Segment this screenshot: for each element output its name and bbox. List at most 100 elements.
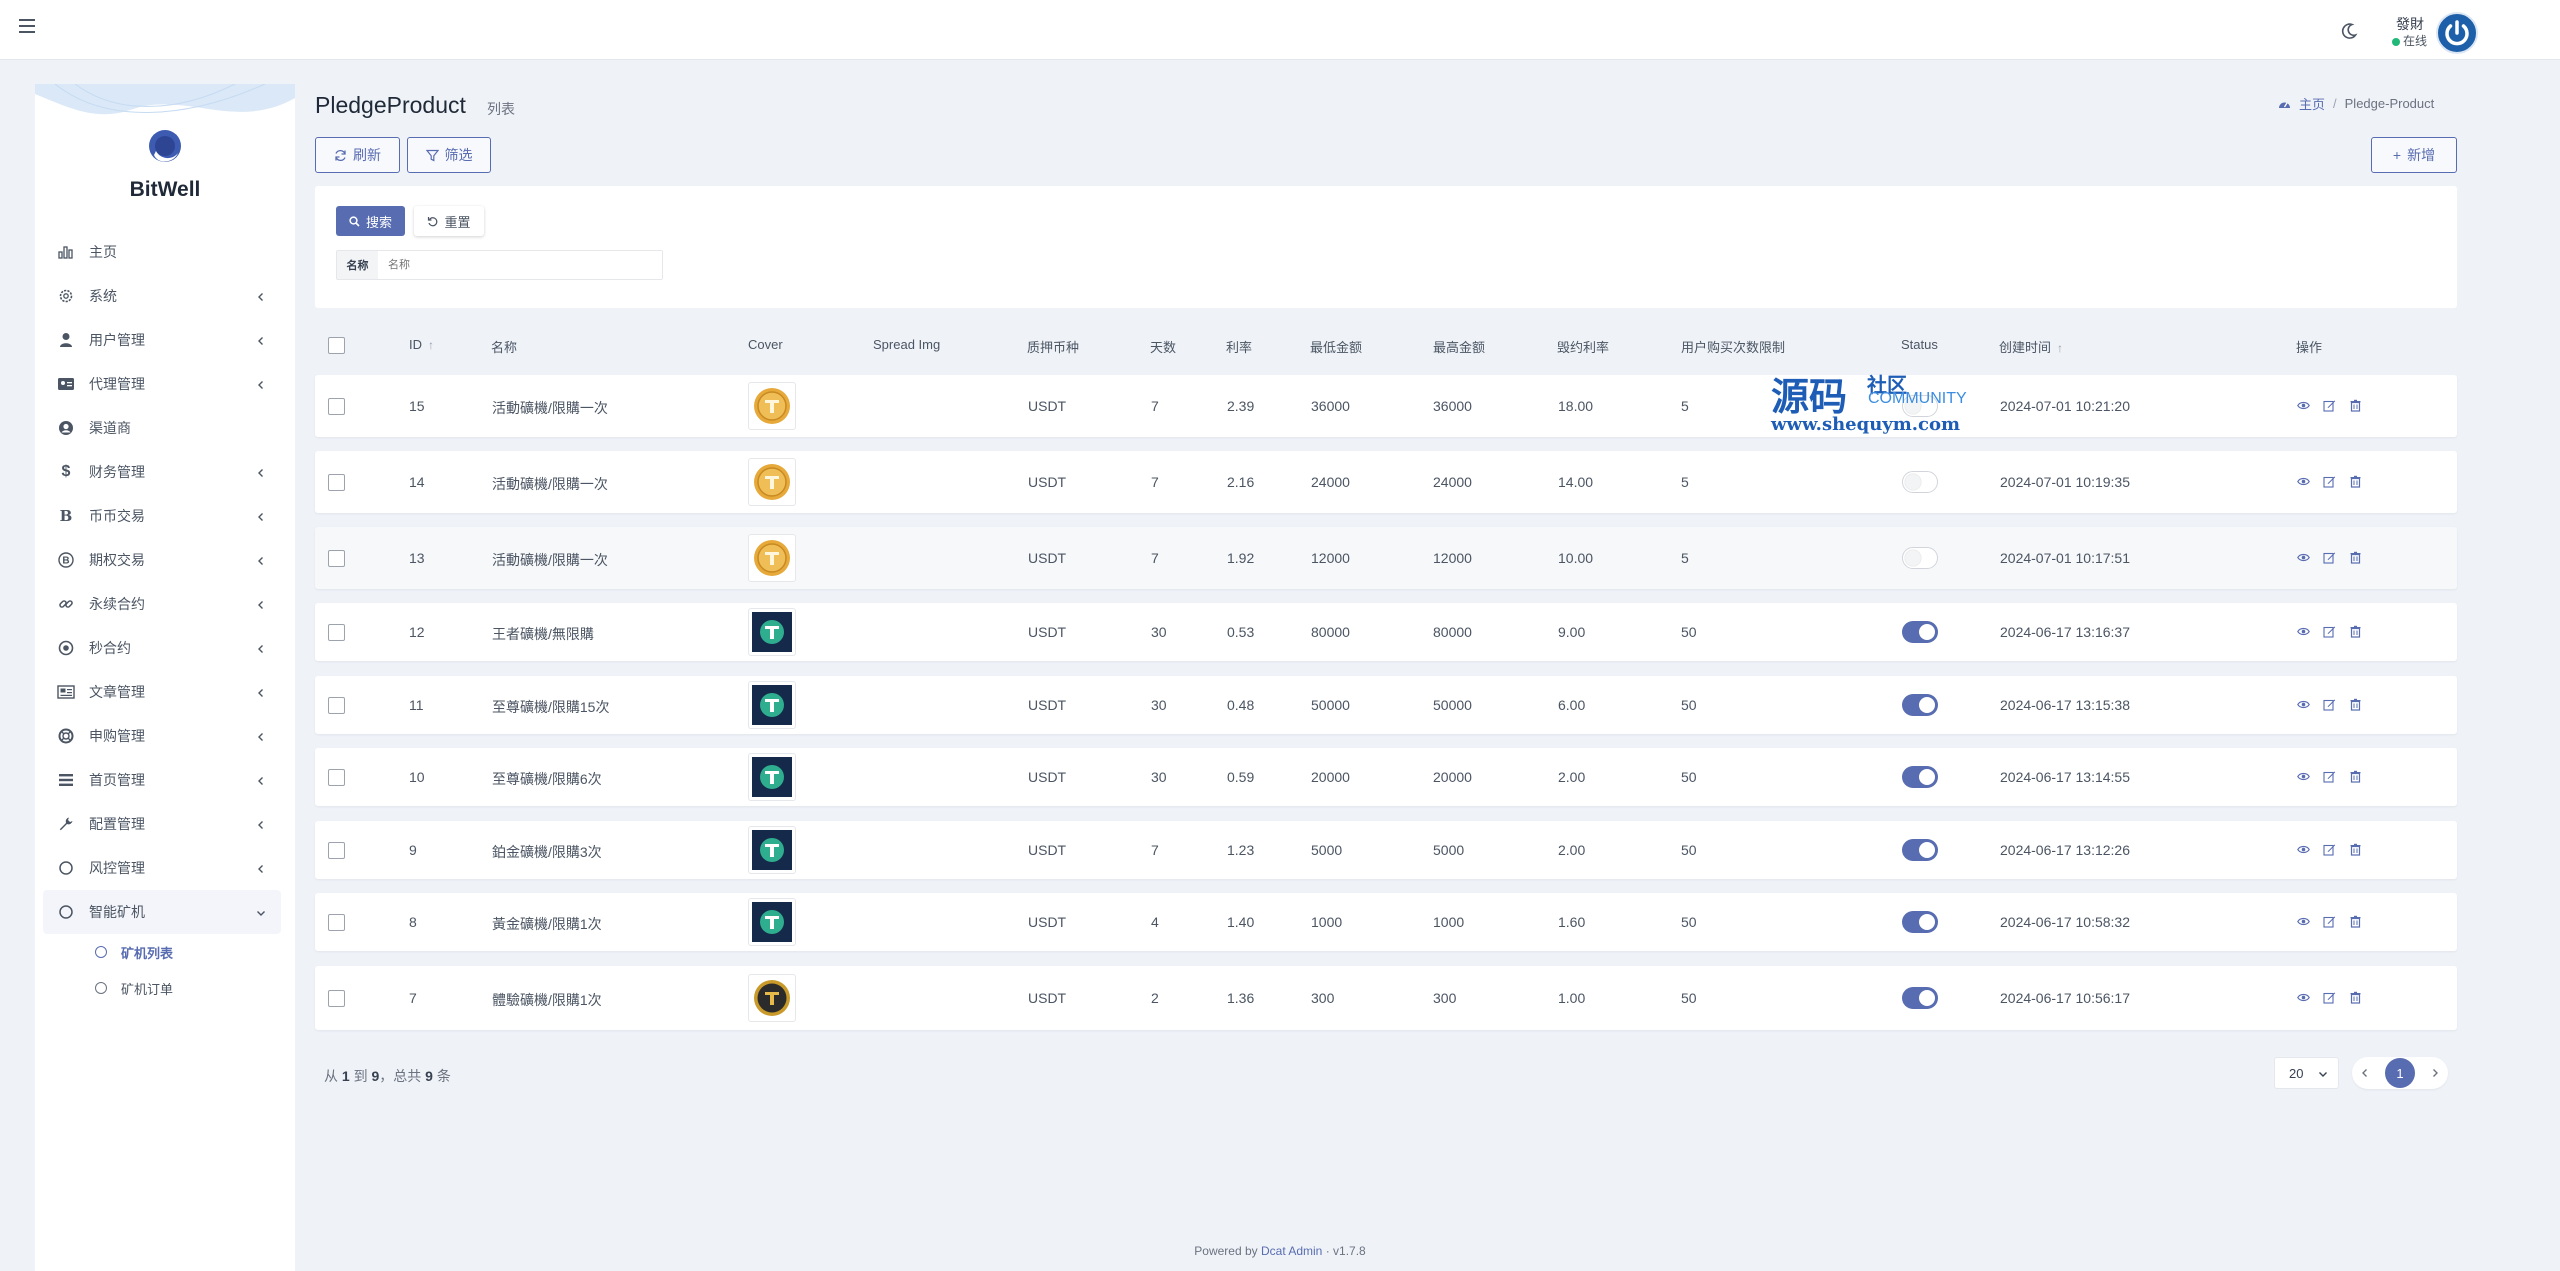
- status-toggle[interactable]: [1902, 839, 1938, 861]
- edit-icon[interactable]: [2323, 399, 2336, 412]
- filter-button[interactable]: 筛选: [407, 137, 491, 173]
- cell-limit: 50: [1681, 842, 1697, 858]
- prev-page-icon[interactable]: [2360, 1068, 2370, 1078]
- sort-arrow-icon[interactable]: ↑: [2057, 341, 2063, 355]
- row-checkbox[interactable]: [328, 473, 345, 491]
- sidebar-item-15[interactable]: 智能矿机: [43, 890, 281, 934]
- trash-icon[interactable]: [2349, 625, 2362, 638]
- teal-tether-coin-image[interactable]: [748, 826, 796, 874]
- row-checkbox[interactable]: [328, 841, 345, 859]
- row-checkbox[interactable]: [328, 623, 345, 641]
- search-button[interactable]: 搜索: [336, 206, 405, 236]
- sidebar-item-3[interactable]: 代理管理: [35, 362, 295, 406]
- row-checkbox[interactable]: [328, 768, 345, 786]
- gold-tether-coin-image[interactable]: [748, 458, 796, 506]
- sidebar-item-14[interactable]: 风控管理: [35, 846, 295, 890]
- row-checkbox[interactable]: [328, 397, 345, 415]
- row-actions: [2297, 991, 2362, 1004]
- sidebar-item-9[interactable]: 秒合约: [35, 626, 295, 670]
- status-toggle[interactable]: [1902, 911, 1938, 933]
- status-toggle[interactable]: [1902, 471, 1938, 493]
- status-toggle[interactable]: [1902, 694, 1938, 716]
- trash-icon[interactable]: [2349, 991, 2362, 1004]
- teal-tether-coin-image[interactable]: [748, 753, 796, 801]
- cell-coin: USDT: [1028, 914, 1067, 930]
- edit-icon[interactable]: [2323, 551, 2336, 564]
- avatar[interactable]: [2436, 12, 2478, 54]
- edit-icon[interactable]: [2323, 991, 2336, 1004]
- refresh-button[interactable]: 刷新: [315, 137, 400, 173]
- select-all-checkbox[interactable]: [328, 337, 345, 354]
- trash-icon[interactable]: [2349, 698, 2362, 711]
- new-button[interactable]: + 新增: [2371, 137, 2457, 173]
- chevron-left-icon: [255, 642, 267, 654]
- eye-icon[interactable]: [2297, 551, 2310, 564]
- teal-tether-coin-image[interactable]: [748, 898, 796, 946]
- trash-icon[interactable]: [2349, 551, 2362, 564]
- eye-icon[interactable]: [2297, 770, 2310, 783]
- reset-button[interactable]: 重置: [414, 206, 484, 236]
- edit-icon[interactable]: [2323, 698, 2336, 711]
- sidebar-item-10[interactable]: 文章管理: [35, 670, 295, 714]
- sidebar-item-13[interactable]: 配置管理: [35, 802, 295, 846]
- status-toggle[interactable]: [1902, 987, 1938, 1009]
- row-checkbox[interactable]: [328, 989, 345, 1007]
- eye-icon[interactable]: [2297, 698, 2310, 711]
- row-checkbox[interactable]: [328, 549, 345, 567]
- column-header[interactable]: 创建时间 ↑: [1999, 337, 2063, 356]
- gold-tether-coin-image[interactable]: [748, 534, 796, 582]
- sidebar-item-1[interactable]: 系统: [35, 274, 295, 318]
- dark-gold-tether-coin-image[interactable]: [748, 974, 796, 1022]
- sidebar-item-2[interactable]: 用户管理: [35, 318, 295, 362]
- trash-icon[interactable]: [2349, 915, 2362, 928]
- per-page-select[interactable]: 20: [2274, 1057, 2339, 1089]
- gold-tether-coin-image[interactable]: [748, 382, 796, 430]
- row-checkbox[interactable]: [328, 696, 345, 714]
- teal-tether-coin-image[interactable]: [748, 608, 796, 656]
- sidebar-item-0[interactable]: 主页: [35, 230, 295, 274]
- name-filter-input[interactable]: [378, 251, 662, 279]
- edit-icon[interactable]: [2323, 843, 2336, 856]
- trash-icon[interactable]: [2349, 399, 2362, 412]
- row-checkbox[interactable]: [328, 913, 345, 931]
- sidebar-item-11[interactable]: 申购管理: [35, 714, 295, 758]
- dark-mode-icon[interactable]: [2339, 21, 2359, 41]
- sidebar-item-12[interactable]: 首页管理: [35, 758, 295, 802]
- eye-icon[interactable]: [2297, 625, 2310, 638]
- row-actions: [2297, 843, 2362, 856]
- chevron-left-icon: [255, 730, 267, 742]
- cell-coin: USDT: [1028, 474, 1067, 490]
- trash-icon[interactable]: [2349, 843, 2362, 856]
- breadcrumb-home[interactable]: 主页: [2299, 94, 2325, 113]
- sidebar-item-4[interactable]: 渠道商: [35, 406, 295, 450]
- page-button[interactable]: 1: [2385, 1058, 2415, 1088]
- teal-tether-coin-image[interactable]: [748, 681, 796, 729]
- status-toggle[interactable]: [1902, 766, 1938, 788]
- next-page-icon[interactable]: [2430, 1068, 2440, 1078]
- status-toggle[interactable]: [1902, 621, 1938, 643]
- status-toggle[interactable]: [1902, 547, 1938, 569]
- edit-icon[interactable]: [2323, 770, 2336, 783]
- eye-icon[interactable]: [2297, 843, 2310, 856]
- edit-icon[interactable]: [2323, 625, 2336, 638]
- sidebar-subitem-1[interactable]: 矿机订单: [95, 970, 295, 1006]
- sidebar-item-6[interactable]: B 币币交易: [35, 494, 295, 538]
- column-header: 操作: [2296, 337, 2322, 356]
- sort-arrow-icon[interactable]: ↑: [428, 338, 434, 352]
- trash-icon[interactable]: [2349, 475, 2362, 488]
- eye-icon[interactable]: [2297, 475, 2310, 488]
- eye-icon[interactable]: [2297, 991, 2310, 1004]
- sidebar-item-8[interactable]: 永续合约: [35, 582, 295, 626]
- eye-icon[interactable]: [2297, 399, 2310, 412]
- trash-icon[interactable]: [2349, 770, 2362, 783]
- footer-link[interactable]: Dcat Admin: [1261, 1244, 1322, 1258]
- menu-toggle-icon[interactable]: [19, 19, 35, 33]
- user-name[interactable]: 發財: [2396, 14, 2424, 34]
- edit-icon[interactable]: [2323, 475, 2336, 488]
- edit-icon[interactable]: [2323, 915, 2336, 928]
- sidebar-subitem-0[interactable]: 矿机列表: [95, 934, 295, 970]
- column-header[interactable]: ID ↑: [409, 337, 434, 352]
- sidebar-item-7[interactable]: B 期权交易: [35, 538, 295, 582]
- sidebar-item-5[interactable]: $ 财务管理: [35, 450, 295, 494]
- eye-icon[interactable]: [2297, 915, 2310, 928]
